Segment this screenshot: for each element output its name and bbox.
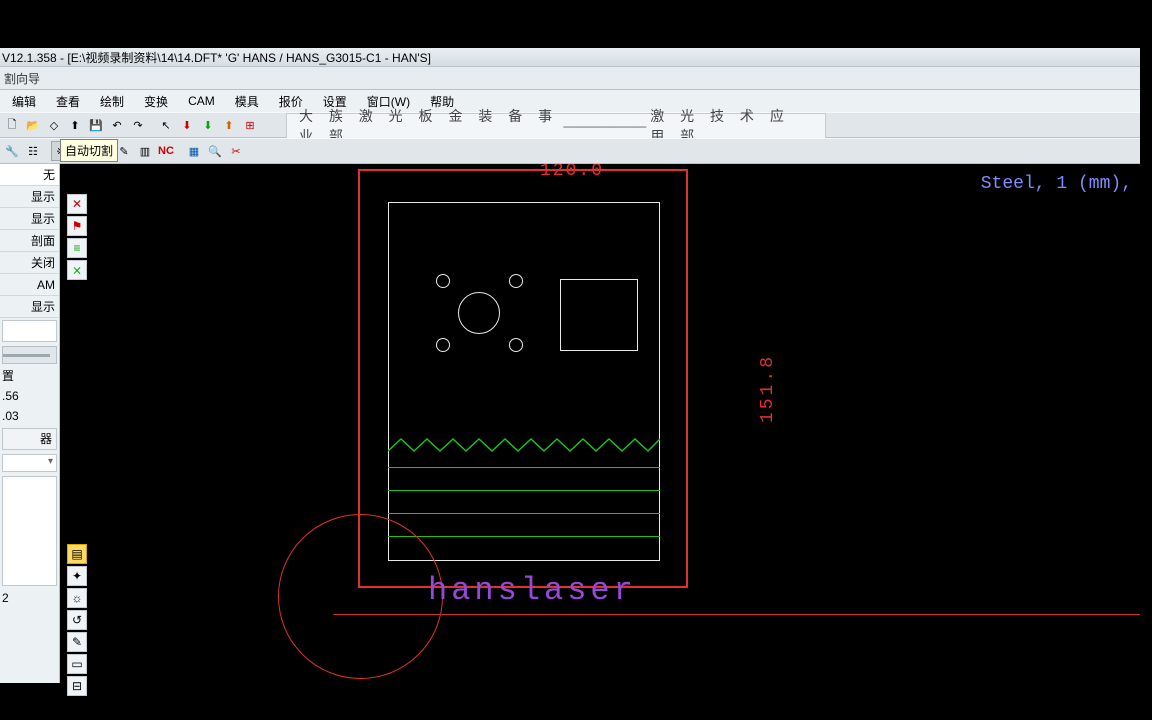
title-bar[interactable]: V12.1.358 - [E:\视频录制资料\14\14.DFT* 'G' HA… bbox=[0, 48, 1140, 66]
mini-spark-icon[interactable]: ✦ bbox=[67, 566, 87, 586]
side-item-show1[interactable]: 显示 bbox=[0, 186, 59, 208]
side-item-show2[interactable]: 显示 bbox=[0, 208, 59, 230]
import-icon[interactable]: ⬆ bbox=[65, 115, 85, 135]
cursor-icon[interactable]: ↖ bbox=[156, 115, 176, 135]
redo-icon[interactable]: ↷ bbox=[128, 115, 148, 135]
green-line-3 bbox=[388, 513, 660, 514]
menu-cam[interactable]: CAM bbox=[178, 91, 225, 111]
scissors-icon[interactable]: ✂ bbox=[226, 141, 246, 161]
brand-text: hanslaser bbox=[428, 572, 637, 609]
wizard-bar: 割向导 bbox=[0, 66, 1140, 90]
toolbars: 🗋 📂 ◇ ⬆ 💾 ↶ ↷ ↖ ⬇ ⬇ ⬆ ⊞ 大 族 激 光 板 金 装 备 … bbox=[0, 112, 1140, 164]
cut-circle-tl bbox=[436, 274, 450, 288]
zoom-icon[interactable]: 🔍 bbox=[205, 141, 225, 161]
side-item-section[interactable]: 剖面 bbox=[0, 230, 59, 252]
menu-transform[interactable]: 变换 bbox=[134, 90, 178, 113]
sort-down-red-icon[interactable]: ⬇ bbox=[177, 115, 197, 135]
undo-icon[interactable]: ↶ bbox=[107, 115, 127, 135]
side-num-3: 2 bbox=[0, 588, 59, 608]
save-icon[interactable]: 💾 bbox=[86, 115, 106, 135]
dimension-right: 151.8 bbox=[758, 354, 778, 423]
mini-bars-icon[interactable]: ⊟ bbox=[67, 676, 87, 696]
banner: 大 族 激 光 板 金 装 备 事 业 部 ───────── 激 光 技 术 … bbox=[286, 113, 826, 139]
sort-up-icon[interactable]: ⬆ bbox=[219, 115, 239, 135]
cut-square bbox=[560, 279, 638, 351]
material-label: Steel, 1 (mm), bbox=[981, 174, 1132, 194]
side-item-none[interactable]: 无 bbox=[0, 164, 59, 186]
side-item-am[interactable]: AM bbox=[0, 274, 59, 296]
cut-circle-bl bbox=[436, 338, 450, 352]
open-icon[interactable]: 📂 bbox=[23, 115, 43, 135]
mini-pen2-icon[interactable]: ✎ bbox=[67, 632, 87, 652]
menu-bar[interactable]: 编辑 查看 绘制 变换 CAM 模具 报价 设置 窗口(W) 帮助 bbox=[0, 90, 1140, 112]
mini-refresh-icon[interactable]: ↺ bbox=[67, 610, 87, 630]
cut-circle-center bbox=[458, 292, 500, 334]
green-line-2 bbox=[388, 490, 660, 491]
mini-layer-icon[interactable]: ▤ bbox=[67, 544, 87, 564]
mini-lines-icon[interactable]: ≡ bbox=[67, 238, 87, 258]
side-preview bbox=[2, 476, 57, 586]
mini-ruler-icon[interactable]: ▭ bbox=[67, 654, 87, 674]
drawing-canvas[interactable]: 120.0 151.8 Steel, 1 (mm), bbox=[60, 164, 1140, 683]
side-num-2: .03 bbox=[0, 406, 59, 426]
side-input-1[interactable] bbox=[2, 320, 57, 342]
green-line-4 bbox=[388, 536, 660, 537]
banner-dash: ───────── bbox=[559, 119, 650, 134]
side-panel: 无 显示 显示 剖面 关闭 AM 显示 置 .56 .03 器 2 bbox=[0, 164, 60, 683]
tool-path-circle bbox=[278, 514, 443, 679]
tag-icon[interactable]: ◇ bbox=[44, 115, 64, 135]
mini-x-red-icon[interactable]: ✕ bbox=[67, 194, 87, 214]
toolbar-row-2: 🔧 ☷ ※ ⬇ ⚙ ✎ ▥ NC ▦ 🔍 ✂ 自动切割 bbox=[0, 138, 1140, 164]
part-outline bbox=[388, 202, 660, 561]
toolbar-row-1: 🗋 📂 ◇ ⬆ 💾 ↶ ↷ ↖ ⬇ ⬇ ⬆ ⊞ 大 族 激 光 板 金 装 备 … bbox=[0, 112, 1140, 138]
grid-blue-icon[interactable]: ▦ bbox=[184, 141, 204, 161]
mini-gear-icon[interactable]: ☼ bbox=[67, 588, 87, 608]
menu-mold[interactable]: 模具 bbox=[225, 90, 269, 113]
title-text: V12.1.358 - [E:\视频录制资料\14\14.DFT* 'G' HA… bbox=[2, 49, 431, 66]
menu-edit[interactable]: 编辑 bbox=[2, 90, 46, 113]
sort-box-icon[interactable]: ⊞ bbox=[240, 115, 260, 135]
mini-flag-icon[interactable]: ⚑ bbox=[67, 216, 87, 236]
tree-icon[interactable]: ☷ bbox=[23, 141, 43, 161]
cut-circle-br bbox=[509, 338, 523, 352]
green-line-1 bbox=[388, 467, 660, 468]
barcode-icon[interactable]: ▥ bbox=[135, 141, 155, 161]
cut-circle-tr bbox=[509, 274, 523, 288]
mini-toolbar: ✕ ⚑ ≡ ⨯ ▤ ✦ ☼ ↺ ✎ ▭ ⊟ bbox=[67, 194, 89, 696]
sheet-baseline bbox=[333, 614, 1140, 615]
tooltip-autocut: 自动切割 bbox=[60, 139, 118, 162]
new-icon[interactable]: 🗋 bbox=[2, 115, 22, 135]
side-btn-machine[interactable]: 器 bbox=[2, 428, 57, 450]
nc-icon[interactable]: NC bbox=[156, 141, 176, 161]
wrench-icon[interactable]: 🔧 bbox=[2, 141, 22, 161]
side-dropdown[interactable] bbox=[2, 454, 57, 472]
menu-draw[interactable]: 绘制 bbox=[90, 90, 134, 113]
side-num-1: .56 bbox=[0, 386, 59, 406]
side-label-place: 置 bbox=[0, 366, 59, 386]
side-item-close[interactable]: 关闭 bbox=[0, 252, 59, 274]
side-slider[interactable] bbox=[2, 346, 57, 364]
mini-cross-icon[interactable]: ⨯ bbox=[67, 260, 87, 280]
zigzag-line bbox=[388, 436, 660, 456]
menu-view[interactable]: 查看 bbox=[46, 90, 90, 113]
side-item-show3[interactable]: 显示 bbox=[0, 296, 59, 318]
sort-down-green-icon[interactable]: ⬇ bbox=[198, 115, 218, 135]
